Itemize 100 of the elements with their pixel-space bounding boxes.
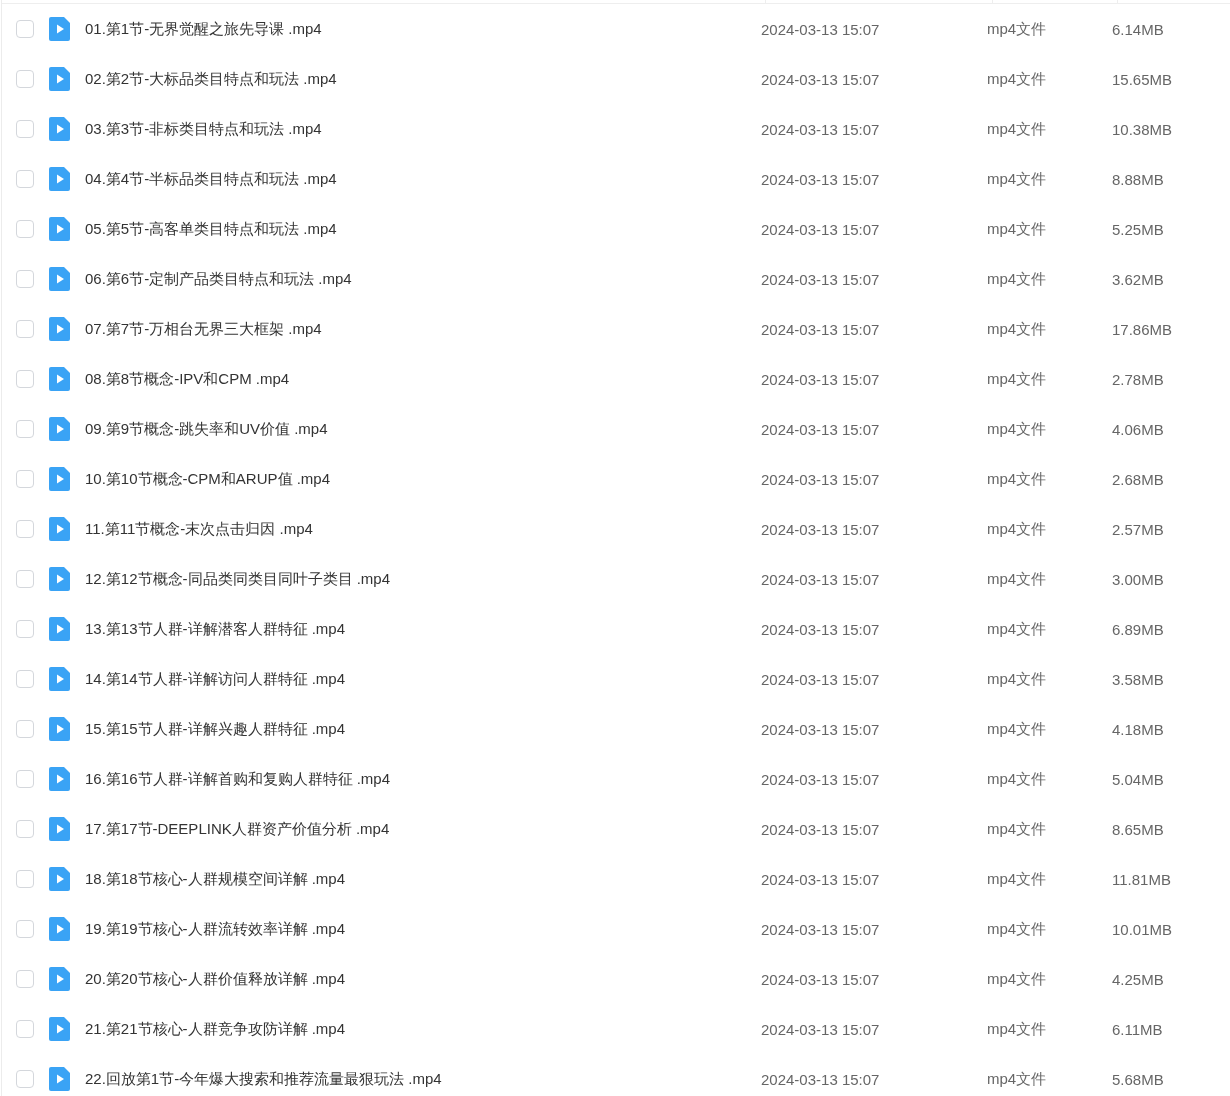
file-size: 6.89MB: [1112, 620, 1164, 638]
file-type: mp4文件: [987, 919, 1048, 939]
video-file-icon: [49, 167, 70, 191]
file-type: mp4文件: [987, 669, 1048, 689]
file-name[interactable]: 20.第20节核心-人群价值释放详解 .mp4: [85, 969, 761, 989]
file-type: mp4文件: [987, 719, 1048, 739]
checkbox[interactable]: [16, 370, 34, 388]
file-size: 11.81MB: [1112, 870, 1171, 888]
video-file-icon: [49, 617, 70, 641]
modified-date: 2024-03-13 15:07: [761, 870, 881, 888]
checkbox[interactable]: [16, 70, 34, 88]
checkbox[interactable]: [16, 870, 34, 888]
modified-date: 2024-03-13 15:07: [761, 670, 881, 688]
modified-date: 2024-03-13 15:07: [761, 20, 881, 38]
file-name[interactable]: 17.第17节-DEEPLINK人群资产价值分析 .mp4: [85, 819, 761, 839]
file-size: 5.04MB: [1112, 770, 1164, 788]
video-file-icon: [49, 567, 70, 591]
file-size: 2.78MB: [1112, 370, 1164, 388]
file-size: 4.18MB: [1112, 720, 1164, 738]
file-name[interactable]: 01.第1节-无界觉醒之旅先导课 .mp4: [85, 19, 761, 39]
checkbox[interactable]: [16, 1070, 34, 1088]
modified-date: 2024-03-13 15:07: [761, 920, 881, 938]
file-name[interactable]: 18.第18节核心-人群规模空间详解 .mp4: [85, 869, 761, 889]
file-type: mp4文件: [987, 569, 1048, 589]
file-type: mp4文件: [987, 469, 1048, 489]
file-type: mp4文件: [987, 219, 1048, 239]
checkbox[interactable]: [16, 420, 34, 438]
checkbox[interactable]: [16, 520, 34, 538]
file-name[interactable]: 14.第14节人群-详解访问人群特征 .mp4: [85, 669, 761, 689]
modified-date: 2024-03-13 15:07: [761, 970, 881, 988]
file-name[interactable]: 19.第19节核心-人群流转效率详解 .mp4: [85, 919, 761, 939]
file-type: mp4文件: [987, 819, 1048, 839]
file-name[interactable]: 11.第11节概念-末次点击归因 .mp4: [85, 519, 761, 539]
file-name[interactable]: 16.第16节人群-详解首购和复购人群特征 .mp4: [85, 769, 761, 789]
modified-date: 2024-03-13 15:07: [761, 720, 881, 738]
checkbox[interactable]: [16, 820, 34, 838]
checkbox[interactable]: [16, 620, 34, 638]
video-file-icon: [49, 817, 70, 841]
file-type: mp4文件: [987, 69, 1048, 89]
file-size: 3.62MB: [1112, 270, 1164, 288]
file-type: mp4文件: [987, 1069, 1048, 1089]
video-file-icon: [49, 267, 70, 291]
checkbox[interactable]: [16, 320, 34, 338]
checkbox[interactable]: [16, 670, 34, 688]
modified-date: 2024-03-13 15:07: [761, 470, 881, 488]
file-name[interactable]: 12.第12节概念-同品类同类目同叶子类目 .mp4: [85, 569, 761, 589]
file-name[interactable]: 02.第2节-大标品类目特点和玩法 .mp4: [85, 69, 761, 89]
video-file-icon: [49, 17, 70, 41]
video-file-icon: [49, 417, 70, 441]
file-type: mp4文件: [987, 1019, 1048, 1039]
file-type: mp4文件: [987, 269, 1048, 289]
file-name[interactable]: 05.第5节-高客单类目特点和玩法 .mp4: [85, 219, 761, 239]
file-name[interactable]: 10.第10节概念-CPM和ARUP值 .mp4: [85, 469, 761, 489]
file-size: 8.88MB: [1112, 170, 1164, 188]
video-file-icon: [49, 467, 70, 491]
file-name[interactable]: 08.第8节概念-IPV和CPM .mp4: [85, 369, 761, 389]
file-type: mp4文件: [987, 419, 1048, 439]
checkbox[interactable]: [16, 220, 34, 238]
modified-date: 2024-03-13 15:07: [761, 620, 881, 638]
file-size: 6.14MB: [1112, 20, 1164, 38]
file-size: 2.68MB: [1112, 470, 1164, 488]
file-size: 3.00MB: [1112, 570, 1164, 588]
file-size: 10.01MB: [1112, 920, 1173, 938]
checkbox[interactable]: [16, 1020, 34, 1038]
video-file-icon: [49, 117, 70, 141]
video-file-icon: [49, 867, 70, 891]
checkbox[interactable]: [16, 20, 34, 38]
file-size: 15.65MB: [1112, 70, 1173, 88]
video-file-icon: [49, 717, 70, 741]
file-name[interactable]: 07.第7节-万相台无界三大框架 .mp4: [85, 319, 761, 339]
file-size: 17.86MB: [1112, 320, 1173, 338]
checkbox[interactable]: [16, 570, 34, 588]
video-file-icon: [49, 767, 70, 791]
checkbox[interactable]: [16, 120, 34, 138]
file-name[interactable]: 22.回放第1节-今年爆大搜索和推荐流量最狠玩法 .mp4: [85, 1069, 761, 1089]
modified-date: 2024-03-13 15:07: [761, 170, 881, 188]
file-name[interactable]: 15.第15节人群-详解兴趣人群特征 .mp4: [85, 719, 761, 739]
file-type: mp4文件: [987, 19, 1048, 39]
video-file-icon: [49, 217, 70, 241]
file-name[interactable]: 04.第4节-半标品类目特点和玩法 .mp4: [85, 169, 761, 189]
modified-date: 2024-03-13 15:07: [761, 120, 881, 138]
checkbox[interactable]: [16, 970, 34, 988]
file-name[interactable]: 13.第13节人群-详解潜客人群特征 .mp4: [85, 619, 761, 639]
video-file-icon: [49, 367, 70, 391]
file-size: 4.06MB: [1112, 420, 1164, 438]
checkbox[interactable]: [16, 470, 34, 488]
file-type: mp4文件: [987, 519, 1048, 539]
file-name[interactable]: 06.第6节-定制产品类目特点和玩法 .mp4: [85, 269, 761, 289]
file-name[interactable]: 21.第21节核心-人群竞争攻防详解 .mp4: [85, 1019, 761, 1039]
checkbox[interactable]: [16, 170, 34, 188]
checkbox[interactable]: [16, 270, 34, 288]
checkbox[interactable]: [16, 720, 34, 738]
file-name[interactable]: 09.第9节概念-跳失率和UV价值 .mp4: [85, 419, 761, 439]
video-file-icon: [49, 667, 70, 691]
modified-date: 2024-03-13 15:07: [761, 770, 881, 788]
file-name[interactable]: 03.第3节-非标类目特点和玩法 .mp4: [85, 119, 761, 139]
checkbox[interactable]: [16, 920, 34, 938]
modified-date: 2024-03-13 15:07: [761, 820, 881, 838]
checkbox[interactable]: [16, 770, 34, 788]
video-file-icon: [49, 517, 70, 541]
